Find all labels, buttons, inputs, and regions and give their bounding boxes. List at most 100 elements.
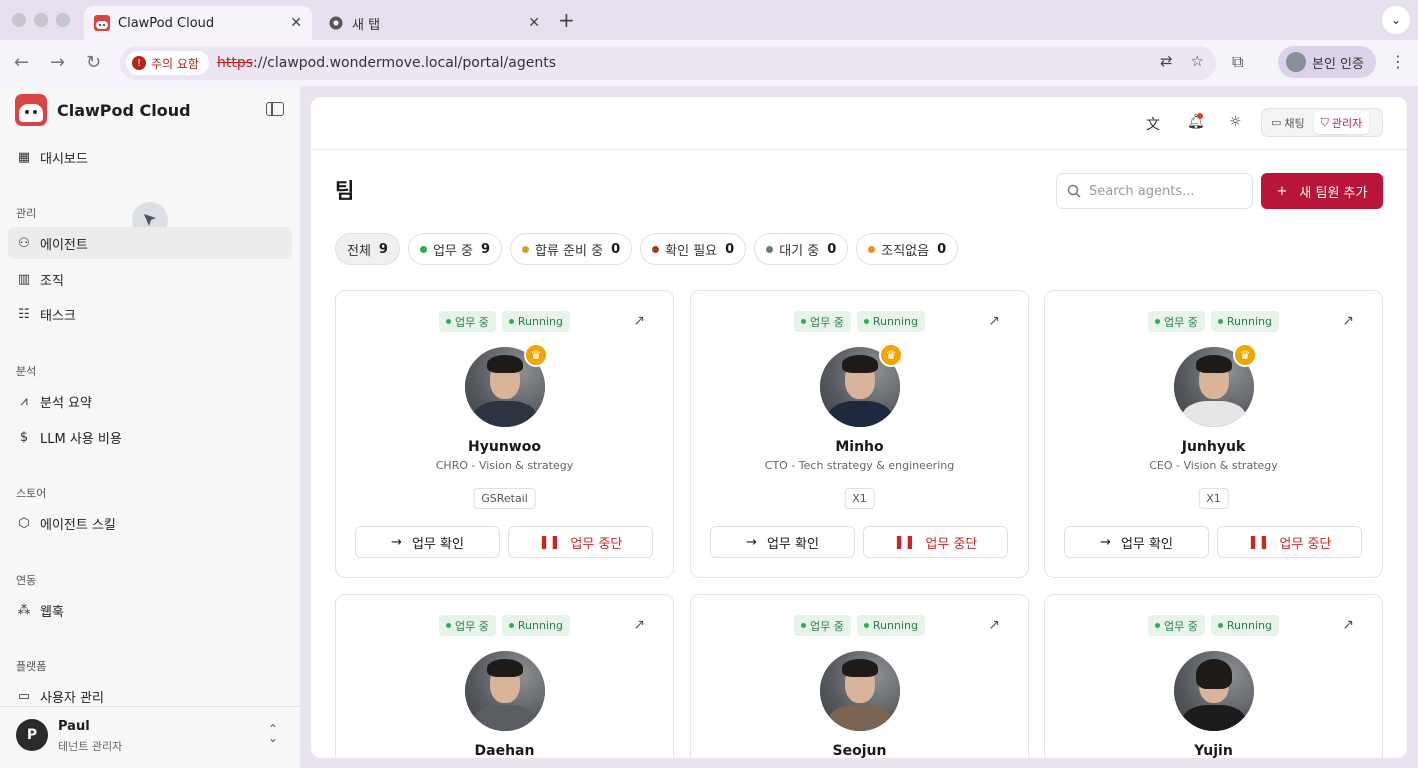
sidebar-item-label: 대시보드 bbox=[40, 151, 88, 167]
org-tag: GSRetail bbox=[473, 488, 536, 509]
user-role: 테넌트 관리자 bbox=[58, 740, 123, 753]
admin-mode-button[interactable]: ⛉ 관리자 bbox=[1313, 111, 1370, 134]
admin-mode-label: 관리자 bbox=[1331, 116, 1363, 130]
external-link-icon[interactable]: ↗ bbox=[988, 617, 1000, 633]
external-link-icon[interactable]: ↗ bbox=[633, 313, 645, 329]
filter-count: 0 bbox=[611, 241, 621, 257]
sidebar-toggle-icon[interactable] bbox=[266, 102, 284, 116]
external-link-icon[interactable]: ↗ bbox=[1342, 313, 1354, 329]
sidebar-item-webhook[interactable]: ⁂ 웹훅 bbox=[8, 594, 292, 626]
section-label-store: 스토어 bbox=[16, 487, 47, 500]
sidebar-item-agents[interactable]: ⚇ 에이전트 bbox=[8, 227, 292, 259]
arrow-right-icon: → bbox=[746, 534, 757, 550]
address-bar[interactable]: ! 주의 요함 https://clawpod.wondermove.local… bbox=[120, 46, 1216, 80]
stop-work-button[interactable]: ❚❚ 업무 중단 bbox=[863, 526, 1008, 558]
filter-label: 대기 중 bbox=[779, 243, 820, 259]
chat-mode-button[interactable]: ▭ 채팅 bbox=[1264, 111, 1312, 134]
forward-arrow-icon[interactable]: → bbox=[50, 52, 65, 73]
section-label-manage: 관리 bbox=[16, 207, 37, 220]
sidebar-item-agent-skills[interactable]: ⬡ 에이전트 스킬 bbox=[8, 507, 292, 539]
agent-card-minho[interactable]: 업무 중 Running ↗ ♛ Minho CTO - Tech strate… bbox=[690, 290, 1029, 578]
check-work-button[interactable]: → 업무 확인 bbox=[1064, 526, 1209, 558]
sidebar-item-tasks[interactable]: ☷ 태스크 bbox=[8, 298, 292, 330]
security-warning-label: 주의 요함 bbox=[151, 56, 199, 71]
window-close-button[interactable] bbox=[12, 13, 26, 27]
sun-icon[interactable]: ☼ bbox=[1229, 114, 1242, 130]
section-label-platform: 플랫폼 bbox=[16, 660, 47, 673]
agent-card-junhyuk[interactable]: 업무 중 Running ↗ ♛ Junhyuk CEO - Vision & … bbox=[1044, 290, 1383, 578]
runtime-badge: Running bbox=[1210, 311, 1279, 332]
chrome-favicon-icon bbox=[328, 15, 344, 31]
agent-card-hyunwoo[interactable]: 업무 중 Running ↗ ♛ Hyunwoo CHRO - Vision &… bbox=[335, 290, 674, 578]
external-link-icon[interactable]: ↗ bbox=[1342, 617, 1354, 633]
clawpod-logo-icon bbox=[15, 94, 47, 126]
grid-icon: ▦ bbox=[17, 149, 31, 165]
search-input[interactable] bbox=[1089, 183, 1239, 199]
stop-work-button[interactable]: ❚❚ 업무 중단 bbox=[1217, 526, 1362, 558]
filter-idle[interactable]: 대기 중 0 bbox=[754, 233, 849, 265]
avatar bbox=[465, 651, 545, 731]
user-menu[interactable]: P Paul 테넌트 관리자 ⌃ ⌄ bbox=[0, 706, 300, 768]
bookmark-star-icon[interactable]: ☆ bbox=[1191, 52, 1204, 70]
window-minimize-button[interactable] bbox=[34, 13, 48, 27]
monitor-icon: ▭ bbox=[17, 688, 31, 704]
agent-role: CEO - Vision & strategy bbox=[1149, 459, 1278, 472]
external-link-icon[interactable]: ↗ bbox=[988, 313, 1000, 329]
browser-tab-new[interactable]: 새 탭 ✕ bbox=[318, 6, 550, 40]
main-panel: 文 🔔︎ ☼ ▭채팅 ⛉관리자 팀 + 새 팀원 추가 전체 9 업무 중 9 … bbox=[311, 97, 1407, 758]
new-tab-button[interactable]: + bbox=[558, 8, 575, 32]
filter-count: 9 bbox=[378, 241, 388, 257]
warning-icon: ! bbox=[132, 56, 146, 70]
org-tag: X1 bbox=[1198, 488, 1229, 509]
tab-title: 새 탭 bbox=[352, 17, 381, 33]
reload-icon[interactable]: ↻ bbox=[86, 52, 101, 73]
agent-card-daehan[interactable]: 업무 중 Running ↗ Daehan bbox=[335, 594, 674, 758]
add-member-label: 새 팀원 추가 bbox=[1299, 185, 1368, 201]
close-tab-icon[interactable]: ✕ bbox=[528, 15, 540, 31]
sidebar-item-label: LLM 사용 비용 bbox=[40, 431, 122, 447]
language-icon[interactable]: 文 bbox=[1146, 114, 1160, 134]
filter-onboarding[interactable]: 합류 준비 중 0 bbox=[510, 233, 633, 265]
agent-card-yujin[interactable]: 업무 중 Running ↗ Yujin bbox=[1044, 594, 1383, 758]
brand[interactable]: ClawPod Cloud bbox=[15, 94, 191, 126]
filter-needs-review[interactable]: 확인 필요 0 bbox=[640, 233, 747, 265]
stop-work-button[interactable]: ❚❚ 업무 중단 bbox=[508, 526, 653, 558]
sidebar-item-label: 사용자 관리 bbox=[40, 690, 104, 706]
filter-working[interactable]: 업무 중 9 bbox=[407, 233, 503, 265]
sidebar-item-label: 조직 bbox=[40, 273, 64, 289]
crown-icon: ♛ bbox=[1233, 343, 1257, 367]
filter-no-org[interactable]: 조직없음 0 bbox=[856, 233, 959, 265]
chat-mode-label: 채팅 bbox=[1284, 116, 1305, 130]
filter-label: 조직없음 bbox=[881, 243, 930, 259]
agent-name: Junhyuk bbox=[1181, 439, 1246, 455]
chevron-up-down-icon[interactable]: ⌃ ⌄ bbox=[268, 723, 278, 744]
filter-count: 9 bbox=[480, 241, 491, 257]
close-tab-icon[interactable]: ✕ bbox=[290, 15, 302, 31]
browser-menu-icon[interactable]: ⋮ bbox=[1390, 52, 1406, 71]
sidebar-item-analysis-summary[interactable]: ⩘ 분석 요약 bbox=[8, 385, 292, 417]
browser-tab-strip: ClawPod Cloud ✕ 새 탭 ✕ + ⌄ bbox=[0, 0, 1418, 40]
runtime-badge: Running bbox=[1210, 615, 1279, 636]
clawpod-favicon-icon bbox=[94, 15, 110, 31]
external-link-icon[interactable]: ↗ bbox=[633, 617, 645, 633]
sidebar-item-dashboard[interactable]: ▦ 대시보드 bbox=[8, 141, 292, 173]
sidebar-item-org[interactable]: ▥ 조직 bbox=[8, 263, 292, 295]
extensions-puzzle-icon[interactable]: ⧉ bbox=[1232, 52, 1243, 72]
tab-search-chevron-icon[interactable]: ⌄ bbox=[1382, 6, 1410, 34]
filter-label: 합류 준비 중 bbox=[535, 243, 604, 259]
check-work-button[interactable]: → 업무 확인 bbox=[355, 526, 500, 558]
window-zoom-button[interactable] bbox=[56, 13, 70, 27]
translate-page-icon[interactable]: ⇄ bbox=[1160, 52, 1173, 70]
browser-tab-clawpod[interactable]: ClawPod Cloud ✕ bbox=[84, 6, 312, 40]
filter-all[interactable]: 전체 9 bbox=[335, 233, 400, 265]
check-work-button[interactable]: → 업무 확인 bbox=[710, 526, 855, 558]
top-bar: 文 🔔︎ ☼ ▭ 채팅 ⛉ 관리자 bbox=[311, 97, 1407, 150]
brand-name: ClawPod Cloud bbox=[57, 100, 191, 120]
sidebar-item-llm-cost[interactable]: $ LLM 사용 비용 bbox=[8, 421, 292, 453]
agent-card-seojun[interactable]: 업무 중 Running ↗ Seojun bbox=[690, 594, 1029, 758]
security-warning-chip[interactable]: ! 주의 요함 bbox=[126, 51, 209, 75]
profile-button[interactable]: 본인 인증 bbox=[1278, 46, 1376, 78]
search-box[interactable] bbox=[1056, 173, 1253, 209]
add-member-button[interactable]: + 새 팀원 추가 bbox=[1261, 173, 1383, 209]
back-arrow-icon[interactable]: ← bbox=[14, 52, 29, 73]
